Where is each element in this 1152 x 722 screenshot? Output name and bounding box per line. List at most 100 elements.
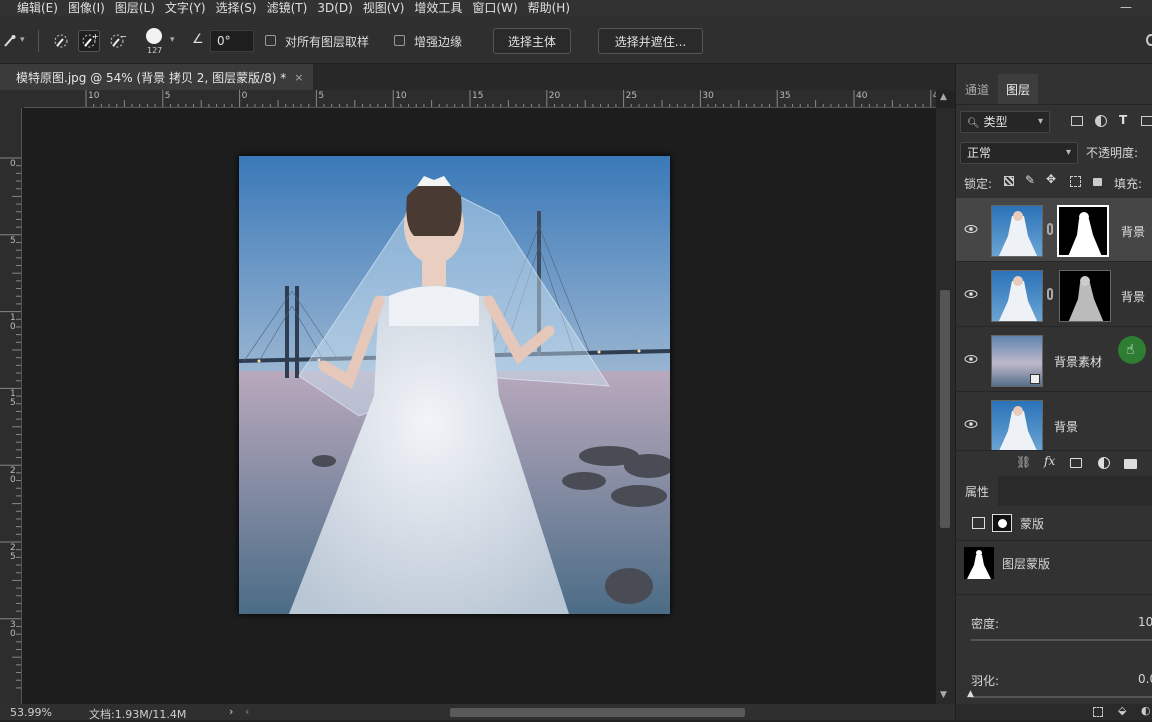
tab-properties[interactable]: 属性 <box>956 476 998 506</box>
vector-mask-icon[interactable] <box>992 514 1012 532</box>
search-icon: 🔍︎ <box>967 118 980 129</box>
layer-mask-thumbnail[interactable] <box>1057 205 1109 257</box>
canvas-area[interactable] <box>22 108 936 704</box>
add-selection-brush-icon[interactable]: + <box>78 30 100 52</box>
brush-size-value: 127 <box>147 46 163 55</box>
layer-row[interactable]: 背景 <box>956 393 1152 457</box>
menu-edit[interactable]: 编辑(E) <box>12 0 63 16</box>
layer-name[interactable]: 背景 <box>1054 418 1078 435</box>
layer-row[interactable]: 背景 <box>956 198 1152 262</box>
document-image[interactable] <box>239 156 670 614</box>
blend-mode-dropdown[interactable]: 正常 ▾ <box>960 142 1078 164</box>
svg-text:+: + <box>92 32 99 41</box>
fill-label: 填充: <box>1114 177 1143 191</box>
adjustment-filter-icon[interactable] <box>1095 115 1107 127</box>
layer-row[interactable]: 背景 <box>956 263 1152 327</box>
link-icon[interactable] <box>1047 223 1053 235</box>
new-selection-brush-icon[interactable] <box>50 30 72 52</box>
feather-value[interactable]: 0.0 <box>1138 672 1152 686</box>
status-bar: 53.99% 文档:1.93M/11.4M › ‹ <box>0 704 955 721</box>
zoom-level[interactable]: 53.99% <box>10 706 52 719</box>
layer-thumbnail[interactable] <box>991 270 1043 322</box>
menu-select[interactable]: 选择(S) <box>211 0 262 16</box>
lock-all-icon[interactable] <box>1093 178 1102 186</box>
menu-type[interactable]: 文字(Y) <box>160 0 211 16</box>
horizontal-scrollbar-thumb[interactable] <box>450 708 745 717</box>
pixel-mask-icon[interactable] <box>972 517 985 529</box>
lock-artboard-icon[interactable] <box>1070 176 1081 187</box>
vertical-scrollbar-thumb[interactable] <box>940 290 950 528</box>
angle-input[interactable]: 0° <box>210 30 254 52</box>
tool-preset-icon[interactable] <box>0 30 22 52</box>
mask-label: 蒙版 <box>1020 517 1045 531</box>
link-icon[interactable] <box>1047 288 1053 300</box>
layer-thumbnail[interactable] <box>991 400 1043 452</box>
load-selection-icon[interactable] <box>1093 707 1103 717</box>
subtract-selection-brush-icon[interactable]: − <box>106 30 128 52</box>
layer-name[interactable]: 背景素材 <box>1054 353 1102 370</box>
scroll-left-icon[interactable]: ‹ <box>245 705 249 718</box>
fx-icon[interactable]: fx <box>1044 454 1055 468</box>
select-and-mask-button[interactable]: 选择并遮住... <box>598 28 703 54</box>
menu-3d[interactable]: 3D(D) <box>312 0 357 16</box>
lock-position-move-icon[interactable]: ✥ <box>1046 172 1056 186</box>
minimize-icon[interactable]: — <box>1120 0 1132 14</box>
brush-size-icon[interactable] <box>146 28 162 44</box>
menu-window[interactable]: 窗口(W) <box>467 0 522 16</box>
svg-text:−: − <box>120 32 127 41</box>
layer-row[interactable]: 背景素材 ☝ <box>956 328 1152 392</box>
enhance-edge-checkbox[interactable] <box>394 35 405 46</box>
hand-cursor-icon: ☝ <box>1126 342 1135 358</box>
eye-icon[interactable] <box>964 223 978 235</box>
eye-icon[interactable] <box>964 353 978 365</box>
density-slider[interactable] <box>971 639 1152 641</box>
chevron-down-icon[interactable]: ▾ <box>20 35 25 45</box>
link-layers-icon[interactable]: ⛓ <box>1016 455 1031 469</box>
document-tab-title: 模特原图.jpg @ 54% (背景 拷贝 2, 图层蒙版/8) * <box>16 70 287 85</box>
tab-layers[interactable]: 图层 <box>998 74 1038 104</box>
pixel-filter-icon[interactable] <box>1071 116 1083 126</box>
layers-footer: ⛓ fx <box>956 450 1152 476</box>
scroll-up-icon[interactable]: ▲ <box>940 92 947 102</box>
adjustment-layer-icon[interactable] <box>1098 457 1110 469</box>
density-label: 密度: <box>971 617 1000 631</box>
eye-icon[interactable] <box>964 288 978 300</box>
menu-help[interactable]: 帮助(H) <box>523 0 575 16</box>
layer-name[interactable]: 背景 <box>1121 288 1145 305</box>
scroll-down-icon[interactable]: ▼ <box>940 690 947 700</box>
tab-channels[interactable]: 通道 <box>956 74 998 104</box>
layer-mask-thumbnail[interactable] <box>1059 270 1111 322</box>
apply-mask-icon[interactable]: ⬙ <box>1118 704 1126 717</box>
add-mask-icon[interactable] <box>1070 458 1082 468</box>
folder-icon[interactable] <box>1124 459 1137 469</box>
layer-thumbnail[interactable] <box>991 335 1043 387</box>
search-icon[interactable] <box>1146 34 1152 46</box>
shape-filter-icon[interactable] <box>1141 116 1152 126</box>
layer-name[interactable]: 背景 <box>1121 223 1145 240</box>
vertical-ruler: 0 5 10 15 20 25 30 <box>0 108 22 704</box>
density-value[interactable]: 10 <box>1138 615 1152 629</box>
menu-image[interactable]: 图像(I) <box>63 0 110 16</box>
ruler-label: 20 <box>548 91 561 101</box>
layer-mask-label: 图层蒙版 <box>1002 557 1051 571</box>
menu-filter[interactable]: 滤镜(T) <box>262 0 313 16</box>
lock-image-brush-icon[interactable]: ✎ <box>1025 173 1035 187</box>
status-menu-arrow[interactable]: › <box>229 705 233 718</box>
sample-all-layers-checkbox[interactable] <box>265 35 276 46</box>
feather-slider[interactable] <box>971 696 1152 698</box>
menu-plugins[interactable]: 增效工具 <box>409 0 467 16</box>
document-tab[interactable]: 模特原图.jpg @ 54% (背景 拷贝 2, 图层蒙版/8) * × <box>0 64 313 90</box>
chevron-down-icon[interactable]: ▾ <box>170 35 175 45</box>
angle-icon: ∠ <box>192 32 204 47</box>
layer-thumbnail[interactable] <box>991 205 1043 257</box>
layer-filter-dropdown[interactable]: 🔍︎ 类型 ▾ <box>960 111 1050 133</box>
eye-icon[interactable] <box>964 418 978 430</box>
menu-view[interactable]: 视图(V) <box>358 0 410 16</box>
close-icon[interactable]: × <box>294 71 303 84</box>
feather-slider-handle[interactable]: ▲ <box>967 689 974 699</box>
menu-layer[interactable]: 图层(L) <box>110 0 160 16</box>
select-subject-button[interactable]: 选择主体 <box>493 28 571 54</box>
type-filter-icon[interactable]: T <box>1119 113 1127 127</box>
lock-transparent-icon[interactable] <box>1004 176 1014 186</box>
visibility-icon[interactable]: ◐ <box>1141 704 1151 717</box>
